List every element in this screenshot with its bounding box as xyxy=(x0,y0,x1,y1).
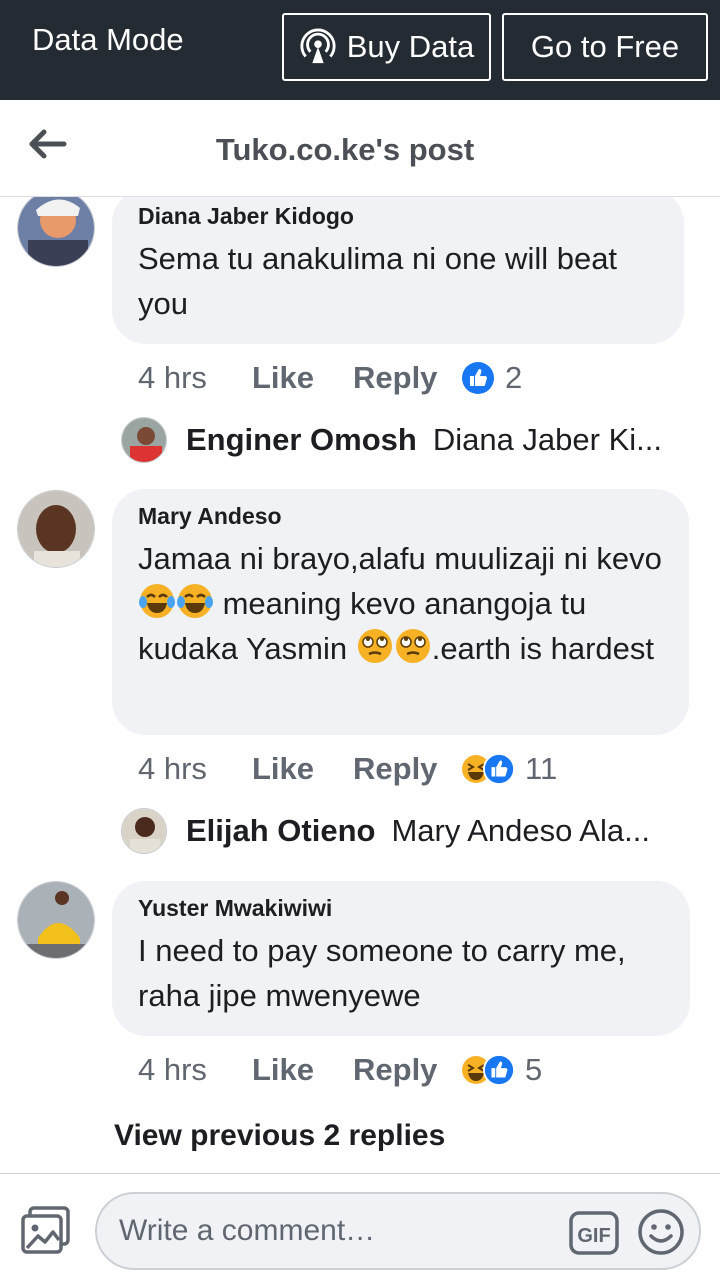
comment-input-placeholder: Write a comment… xyxy=(119,1214,376,1247)
comment-input[interactable]: Write a comment… GIF xyxy=(95,1192,701,1270)
reaction-count: 11 xyxy=(525,751,558,786)
comment-bubble: Diana Jaber Kidogo Sema tu anakulima ni … xyxy=(112,197,684,344)
avatar[interactable] xyxy=(121,808,167,854)
like-button[interactable]: Like xyxy=(252,360,353,396)
broadcast-icon xyxy=(300,28,336,64)
like-reaction-icon xyxy=(462,362,494,394)
comment-bubble: Mary Andeso Jamaa ni brayo,alafu muuliza… xyxy=(112,489,689,735)
like-reaction-icon xyxy=(483,1054,515,1086)
svg-text:GIF: GIF xyxy=(577,1225,610,1247)
comment-time: 4 hrs xyxy=(138,360,207,395)
avatar[interactable] xyxy=(17,197,95,267)
go-to-free-button[interactable]: Go to Free xyxy=(502,13,708,81)
data-mode-bar: Data Mode Buy Data Go to Free xyxy=(0,0,720,100)
comment-text: Jamaa ni brayo,alafu muulizaji ni kevo m… xyxy=(138,536,663,671)
post-header: Tuko.co.ke's post xyxy=(0,100,720,197)
gif-icon[interactable]: GIF xyxy=(569,1210,619,1256)
commenter-name[interactable]: Mary Andeso xyxy=(138,503,663,530)
buy-data-label: Buy Data xyxy=(346,29,475,64)
comment-actions: 4 hrs Like Reply 11 xyxy=(138,749,557,789)
like-button[interactable]: Like xyxy=(252,751,353,787)
like-reaction-icon xyxy=(483,753,515,785)
reactions-summary[interactable]: 5 xyxy=(461,1052,542,1088)
reaction-count: 2 xyxy=(505,360,523,395)
reply-author: Elijah Otieno xyxy=(186,813,376,848)
reply-author: Enginer Omosh xyxy=(186,422,417,457)
comment-text-part: .earth is hardest xyxy=(431,631,654,666)
reply-preview[interactable]: Elijah Otieno Mary Andeso Ala... xyxy=(186,813,686,849)
reactions-summary[interactable]: 11 xyxy=(461,751,557,787)
avatar[interactable] xyxy=(121,417,167,463)
comment-actions: 4 hrs Like Reply 2 xyxy=(138,358,522,398)
avatar[interactable] xyxy=(17,490,95,568)
comments-feed[interactable]: Diana Jaber Kidogo Sema tu anakulima ni … xyxy=(0,197,720,1173)
eye-roll-emoji xyxy=(357,629,392,663)
comment-composer: Write a comment… GIF xyxy=(0,1173,720,1277)
page-title: Tuko.co.ke's post xyxy=(215,132,475,167)
emoji-icon[interactable] xyxy=(637,1208,685,1256)
like-button[interactable]: Like xyxy=(252,1052,353,1088)
reply-button[interactable]: Reply xyxy=(353,360,461,396)
photo-icon[interactable] xyxy=(20,1206,72,1256)
commenter-name[interactable]: Diana Jaber Kidogo xyxy=(138,203,658,230)
reactions-summary[interactable]: 2 xyxy=(461,360,522,396)
reply-preview[interactable]: Enginer Omosh Diana Jaber Ki... xyxy=(186,422,686,458)
commenter-name[interactable]: Yuster Mwakiwiwi xyxy=(138,895,664,922)
comment-text: Sema tu anakulima ni one will beat you xyxy=(138,241,618,321)
reply-snippet: Diana Jaber Ki... xyxy=(432,422,662,457)
go-to-free-label: Go to Free xyxy=(530,29,680,64)
buy-data-button[interactable]: Buy Data xyxy=(282,13,491,81)
comment-text-part: Jamaa ni brayo,alafu muulizaji ni kevo xyxy=(138,541,662,576)
comment-text: I need to pay someone to carry me, raha … xyxy=(138,933,626,1013)
reply-button[interactable]: Reply xyxy=(353,751,461,787)
tears-of-joy-emoji xyxy=(139,584,175,618)
view-previous-replies-link[interactable]: View previous 2 replies xyxy=(114,1119,445,1153)
avatar[interactable] xyxy=(17,881,95,959)
reply-snippet: Mary Andeso Ala... xyxy=(391,813,650,848)
comment-time: 4 hrs xyxy=(138,751,207,786)
reply-button[interactable]: Reply xyxy=(353,1052,461,1088)
comment-bubble: Yuster Mwakiwiwi I need to pay someone t… xyxy=(112,881,690,1036)
comment-actions: 4 hrs Like Reply 5 xyxy=(138,1050,542,1090)
reaction-count: 5 xyxy=(525,1052,543,1087)
eye-roll-emoji xyxy=(395,629,430,663)
tears-of-joy-emoji xyxy=(177,584,213,618)
data-mode-label: Data Mode xyxy=(32,22,184,57)
comment-time: 4 hrs xyxy=(138,1052,207,1087)
